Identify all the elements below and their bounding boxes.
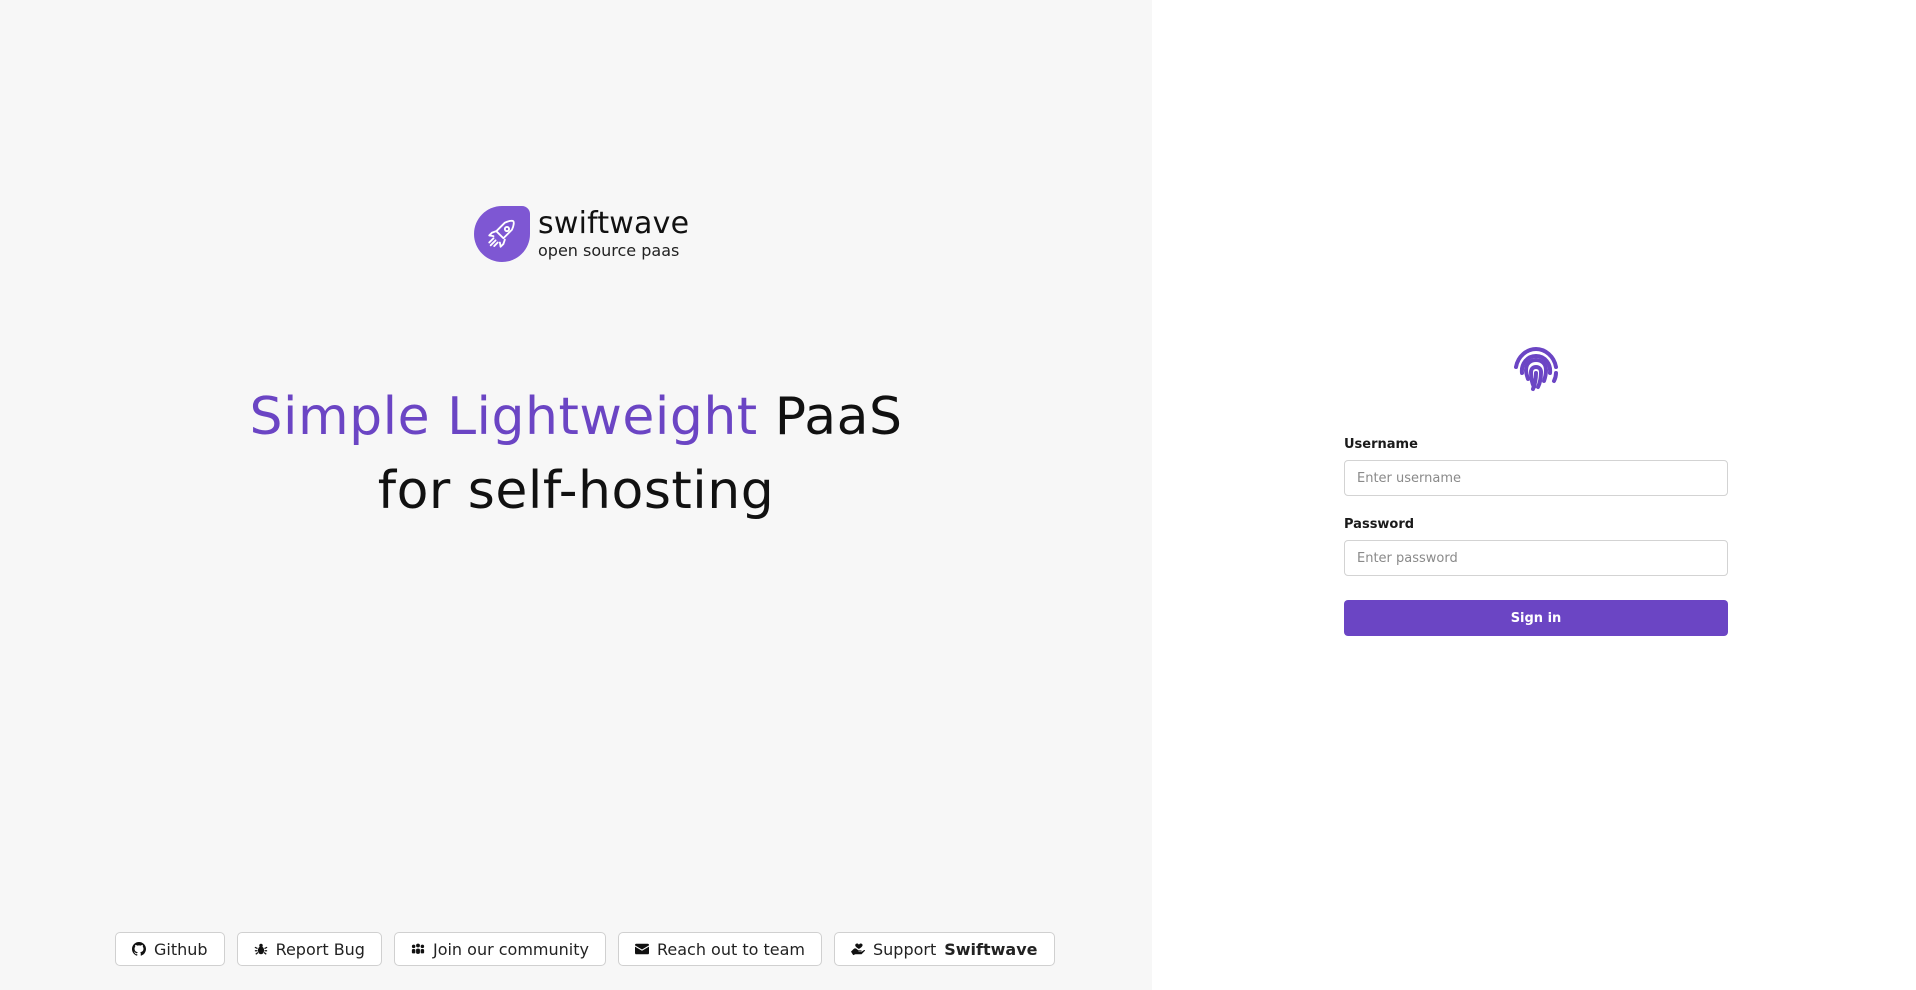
brand-tagline: open source paas bbox=[538, 241, 680, 260]
login-form: Username Password Sign in bbox=[1344, 436, 1728, 636]
username-label: Username bbox=[1344, 437, 1418, 452]
contact-team-label: Reach out to team bbox=[656, 939, 805, 959]
password-label: Password bbox=[1344, 517, 1415, 532]
username-input[interactable] bbox=[1344, 460, 1728, 496]
github-icon bbox=[132, 942, 146, 956]
brand: swiftwave open source paas bbox=[474, 206, 689, 262]
github-link-label: Github bbox=[154, 939, 208, 959]
community-label: Join our community bbox=[432, 939, 589, 959]
support-label-prefix: Support bbox=[872, 939, 937, 959]
heart-hand-icon bbox=[850, 943, 865, 956]
rocket-icon bbox=[474, 206, 530, 262]
password-input[interactable] bbox=[1344, 540, 1728, 576]
fingerprint-icon bbox=[1510, 343, 1562, 393]
headline-line2: for self-hosting bbox=[377, 461, 775, 521]
report-bug-label: Report Bug bbox=[275, 939, 365, 959]
footer-links: Github Report Bug Join our community Rea… bbox=[115, 932, 1055, 966]
headline-rest: PaaS bbox=[774, 387, 903, 447]
github-link[interactable]: Github bbox=[115, 932, 225, 966]
report-bug-link[interactable]: Report Bug bbox=[236, 932, 382, 966]
left-panel: swiftwave open source paas Simple Lightw… bbox=[0, 0, 1152, 990]
community-link[interactable]: Join our community bbox=[393, 932, 606, 966]
sign-in-button[interactable]: Sign in bbox=[1344, 600, 1728, 636]
brand-name: swiftwave bbox=[538, 206, 690, 241]
support-label-strong: Swiftwave bbox=[944, 939, 1038, 959]
support-link[interactable]: Support Swiftwave bbox=[833, 932, 1055, 966]
bug-icon bbox=[254, 943, 267, 955]
contact-team-link[interactable]: Reach out to team bbox=[617, 932, 822, 966]
envelope-icon bbox=[634, 943, 649, 955]
users-icon bbox=[411, 943, 425, 954]
headline-accent: Simple Lightweight bbox=[249, 387, 758, 447]
headline: Simple Lightweight PaaS for self-hosting bbox=[0, 380, 1152, 528]
